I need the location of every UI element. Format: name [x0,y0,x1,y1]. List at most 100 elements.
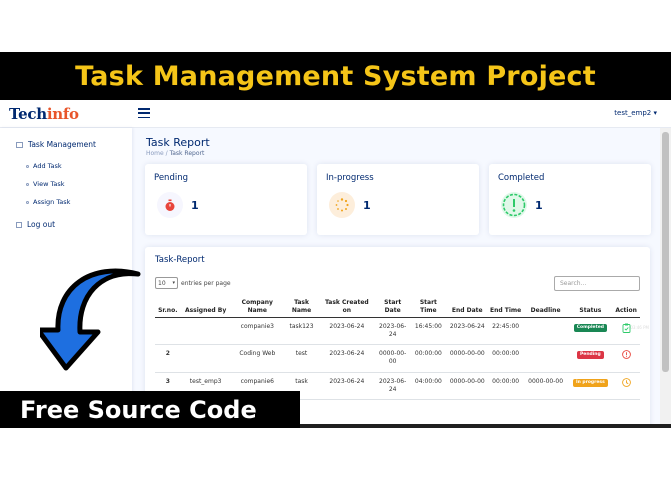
status-badge: Completed [573,324,608,333]
column-header[interactable]: Task Name [283,297,320,319]
curved-arrow-icon [40,268,141,371]
column-header[interactable]: Assigned By [180,297,231,319]
cell-end-time: 00:00:00 [488,344,523,373]
cell-company: Coding Web [230,344,284,373]
cell-created: 2023-06-24 [319,372,375,400]
cell-end-date: 0000-00-00 [445,372,489,400]
card-title: Completed [498,173,545,183]
sidebar-item-add-task[interactable]: Add Task [26,162,62,170]
table-row: 2 Coding Web test 2023-06-24 0000-00-00 … [155,344,640,373]
chevron-down-icon: ▾ [172,280,175,286]
cell-start-time: 00:00:00 [410,344,446,373]
search-input[interactable]: Search... [554,276,640,291]
cell-sr [155,317,181,346]
breadcrumb-current: Task Report [169,150,205,157]
sidebar-item-label: View Task [33,180,65,188]
sidebar-section-label: Task Management [28,140,96,149]
circle-icon [26,182,29,186]
column-header[interactable]: End Time [488,297,523,319]
column-header: Action [612,297,640,319]
card-value: 1 [191,199,199,212]
clipboard-check-icon[interactable] [622,323,631,334]
taskbar-clock: 03:46 PM [630,325,649,330]
in-progress-card: In-progress 1 [317,164,479,235]
status-badge: Pending [576,351,604,360]
card-value: 1 [363,199,371,212]
cell-company: companie3 [230,317,284,346]
title-banner: Task Management System Project [0,52,671,100]
app-screenshot: Techinfo test_emp2 ▾ Task Management Add… [0,100,671,428]
page: Task Management System Project Techinfo … [0,0,671,480]
cell-end-date: 0000-00-00 [445,344,489,373]
loading-icon [329,192,355,218]
status-badge: In progress [572,378,608,387]
cell-end-time: 22:45:00 [488,317,523,346]
completed-card: Completed 1 [489,164,651,235]
sidebar-item-label: Assign Task [33,198,71,206]
column-header[interactable]: Sr.no. [155,297,181,319]
circle-icon [26,164,29,168]
cell-action [612,372,640,400]
column-header[interactable]: End Date [445,297,489,319]
clock-icon[interactable] [621,377,631,387]
cell-start-date: 0000-00-00 [374,344,411,373]
logo-main: Tech [9,105,47,123]
task-table: Sr.no. Assigned By Company Name Task Nam… [155,297,640,400]
logout-icon [16,221,22,228]
main-content: Task Report Home / Task Report Pending 1… [132,128,660,428]
column-header[interactable]: Deadline [522,297,569,319]
pending-card: Pending 1 [145,164,307,235]
cell-assigned-by [180,344,231,373]
cell-task: task123 [283,317,320,346]
cell-end-time: 00:00:00 [488,372,523,400]
sidebar-item-label: Log out [27,220,56,229]
cell-created: 2023-06-24 [319,344,375,373]
cell-action [612,317,640,346]
breadcrumb-home[interactable]: Home [146,150,164,157]
cell-deadline [522,344,569,373]
cell-deadline: 0000-00-00 [522,372,569,400]
banner-title: Task Management System Project [75,60,596,92]
cell-start-date: 2023-06-24 [374,372,411,400]
scrollbar[interactable] [660,128,671,428]
cell-deadline [522,317,569,346]
user-menu[interactable]: test_emp2 ▾ [614,109,657,117]
card-title: Pending [154,173,188,183]
sidebar-item-view-task[interactable]: View Task [26,180,65,188]
column-header[interactable]: Company Name [230,297,284,319]
menu-toggle-icon[interactable] [138,108,150,118]
alert-circle-icon[interactable] [621,350,631,360]
card-title: In-progress [326,173,374,183]
logo-accent: info [46,105,79,123]
sidebar-item-logout[interactable]: Log out [16,220,55,229]
promo-text: Free Source Code [20,395,257,424]
column-header[interactable]: Start Time [410,297,446,319]
cell-status: In progress [568,372,613,400]
column-header[interactable]: Start Date [374,297,411,319]
entries-control: 10 ▾ entries per page [155,277,231,289]
stopwatch-icon [157,192,183,218]
cell-status: Completed [568,317,613,346]
entries-label: entries per page [181,279,231,287]
cell-start-time: 04:00:00 [410,372,446,400]
cell-status: Pending [568,344,613,373]
free-source-code-banner: Free Source Code [0,391,300,428]
page-title: Task Report [146,136,210,149]
cell-created: 2023-06-24 [319,317,375,346]
column-header[interactable]: Status [568,297,613,319]
cell-end-date: 2023-06-24 [445,317,489,346]
column-header[interactable]: Task Created on [319,297,375,319]
cell-sr: 2 [155,344,181,373]
cell-start-time: 16:45:00 [410,317,446,346]
sidebar-item-label: Add Task [33,162,62,170]
sidebar-item-task-management[interactable]: Task Management [16,140,96,149]
sidebar-item-assign-task[interactable]: Assign Task [26,198,70,206]
table-row: companie3 task123 2023-06-24 2023-06-24 … [155,317,640,346]
entries-select[interactable]: 10 ▾ [155,277,178,289]
cell-action [612,344,640,373]
breadcrumb: Home / Task Report [146,150,205,157]
card-value: 1 [535,199,543,212]
logo[interactable]: Techinfo [9,105,79,123]
report-title: Task-Report [155,255,205,265]
scrollbar-thumb[interactable] [662,132,669,372]
